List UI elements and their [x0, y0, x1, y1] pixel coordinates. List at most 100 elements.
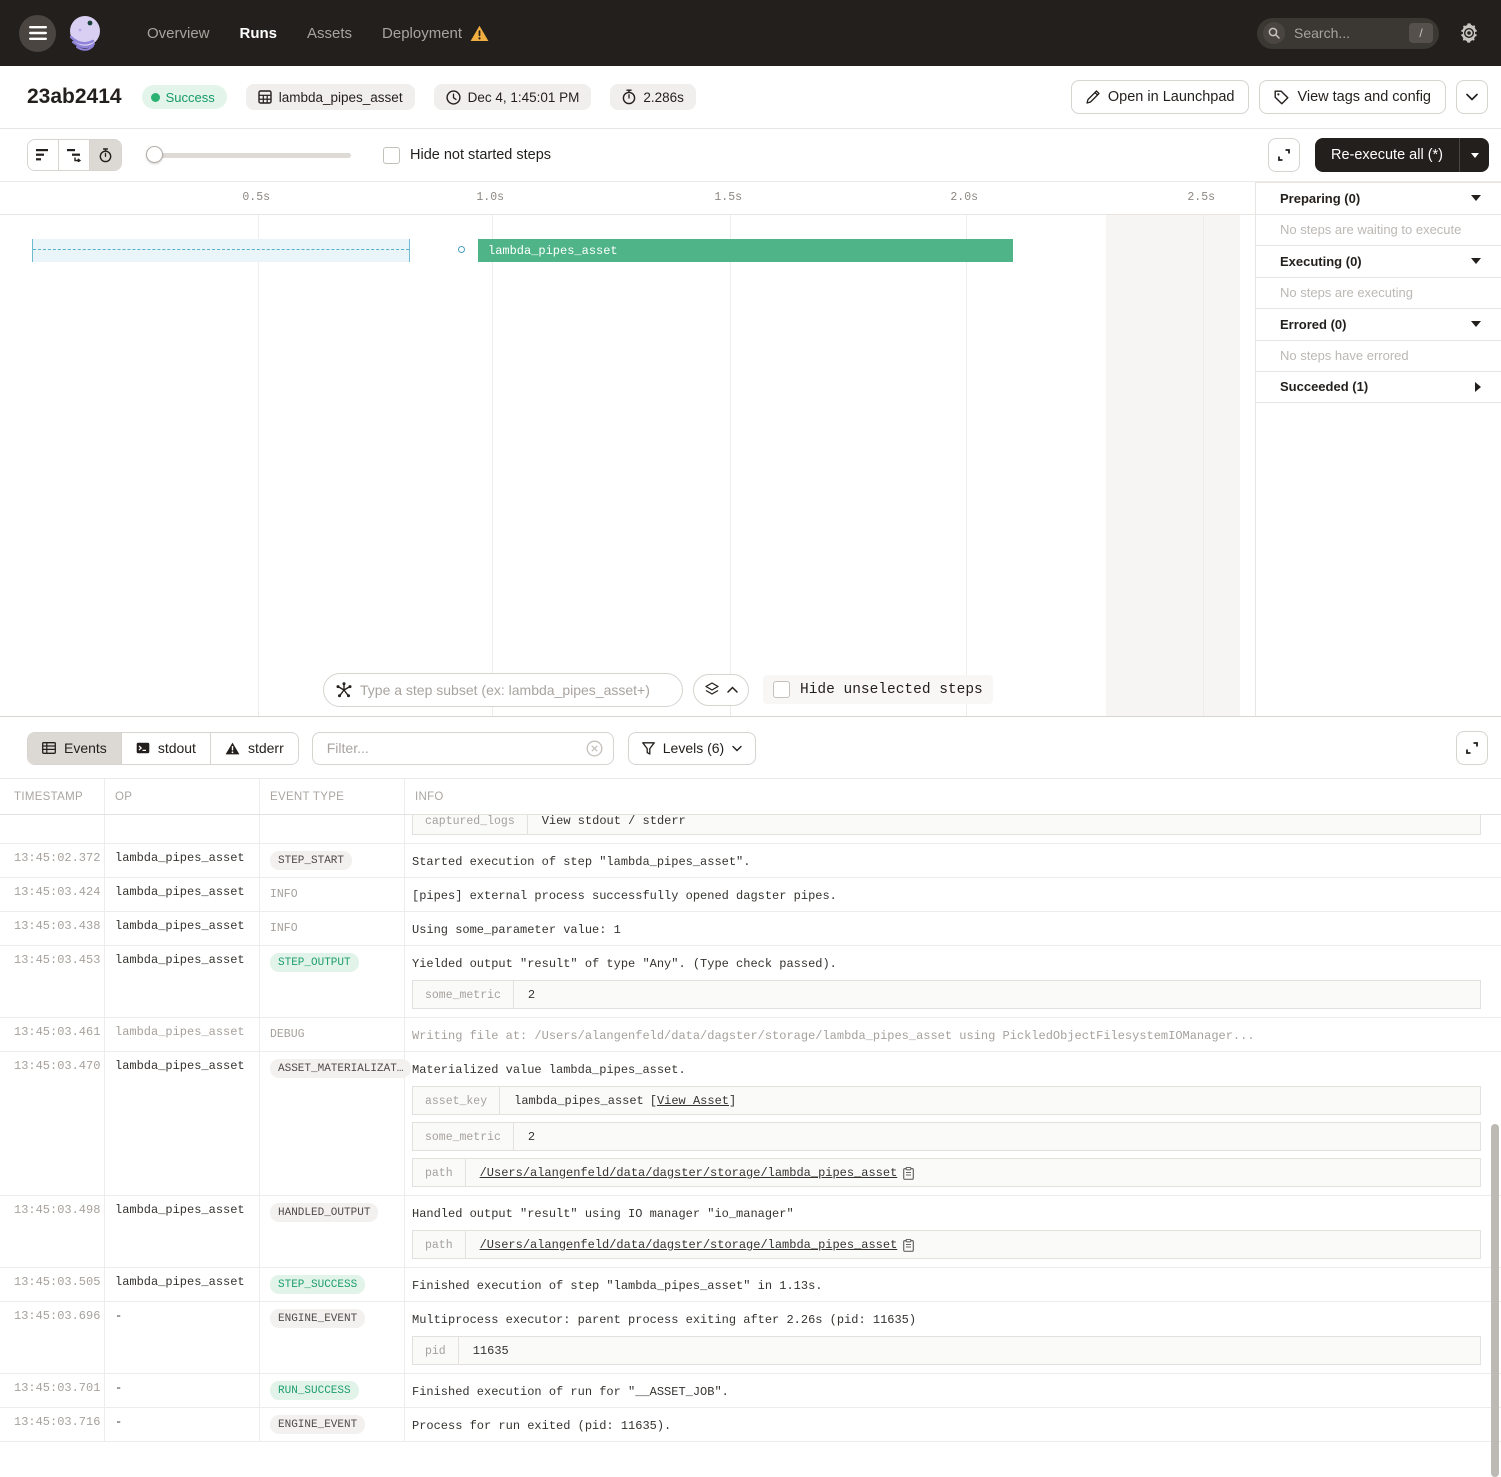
open-in-launchpad-button[interactable]: Open in Launchpad [1071, 80, 1250, 114]
events-table-body: captured_logsView stdout / stderr 13:45:0… [0, 815, 1501, 1442]
event-op: - [105, 1374, 260, 1407]
metadata-key: some_metric [413, 981, 514, 1008]
event-message: Materialized value lambda_pipes_asset. [412, 1059, 1489, 1079]
nav-deployment[interactable]: Deployment [382, 25, 462, 42]
gantt-step-bar[interactable]: lambda_pipes_asset [478, 239, 1013, 262]
step-layers-button[interactable] [693, 674, 749, 706]
slider-thumb[interactable] [146, 146, 163, 163]
waterfall-view-button[interactable] [59, 140, 90, 170]
event-timestamp: 13:45:03.424 [0, 878, 105, 911]
gantt-overrun-shade [1106, 215, 1240, 716]
gantt-controls: Hide unselected steps [0, 671, 1255, 708]
metadata-entry: path/Users/alangenfeld/data/dagster/stor… [412, 1230, 1481, 1259]
path-link[interactable]: /Users/alangenfeld/data/dagster/storage/… [480, 1166, 898, 1180]
tick-label: 0.5s [242, 191, 270, 204]
nav-overview[interactable]: Overview [147, 25, 210, 42]
vertical-scrollbar[interactable] [1491, 1124, 1499, 1477]
timed-view-button[interactable] [90, 140, 121, 170]
event-type-cell: RUN_SUCCESS [260, 1374, 405, 1407]
metadata-entry: some_metric2 [412, 980, 1481, 1009]
gantt-zoom-slider[interactable] [146, 145, 351, 165]
dagster-logo-icon[interactable] [63, 11, 107, 55]
gantt-fullscreen-button[interactable] [1268, 138, 1300, 172]
hamburger-icon [29, 26, 47, 40]
levels-filter-button[interactable]: Levels (6) [628, 732, 756, 765]
tab-stderr[interactable]: stderr [211, 733, 298, 764]
event-info-cell: Finished execution of run for "__ASSET_J… [405, 1374, 1501, 1407]
event-row: captured_logsView stdout / stderr [0, 815, 1501, 844]
step-subset-input-wrap [323, 673, 683, 707]
event-message: Yielded output "result" of type "Any". (… [412, 953, 1489, 973]
metadata-value: lambda_pipes_asset[View Asset] [500, 1087, 750, 1114]
view-asset-link[interactable]: View Asset [657, 1094, 729, 1108]
event-info-cell: [pipes] external process successfully op… [405, 878, 1501, 911]
expand-icon [1277, 148, 1291, 162]
event-op: lambda_pipes_asset [105, 1018, 260, 1051]
event-type-badge: STEP_START [270, 851, 352, 870]
tab-events[interactable]: Events [28, 733, 122, 764]
section-executing[interactable]: Executing (0) [1256, 245, 1501, 277]
event-type-cell: STEP_START [260, 844, 405, 877]
event-row: 13:45:03.424lambda_pipes_assetINFO[pipes… [0, 878, 1501, 912]
copy-icon[interactable] [903, 1239, 914, 1252]
metadata-entry: pid11635 [412, 1336, 1481, 1365]
event-op: lambda_pipes_asset [105, 844, 260, 877]
event-timestamp: 13:45:03.701 [0, 1374, 105, 1407]
run-actions-menu-button[interactable] [1456, 80, 1488, 114]
events-panel: Events stdout stderr [0, 718, 1501, 1416]
hide-unselected-checkbox[interactable] [773, 681, 790, 698]
funnel-icon [642, 742, 655, 755]
job-pill[interactable]: lambda_pipes_asset [246, 84, 415, 110]
stderr-warning-icon [225, 742, 240, 755]
nav-runs[interactable]: Runs [240, 25, 278, 42]
warning-icon [470, 25, 489, 42]
events-fullscreen-button[interactable] [1456, 731, 1488, 765]
copy-icon[interactable] [903, 1167, 914, 1180]
event-timestamp: 13:45:03.696 [0, 1302, 105, 1373]
metadata-value: 11635 [459, 1337, 523, 1364]
section-preparing[interactable]: Preparing (0) [1256, 182, 1501, 214]
hide-not-started-label: Hide not started steps [410, 147, 551, 163]
event-info-cell: Started execution of step "lambda_pipes_… [405, 844, 1501, 877]
event-timestamp [0, 815, 105, 843]
filter-input-wrap [312, 732, 614, 765]
event-type-label: INFO [270, 919, 298, 935]
nav-assets[interactable]: Assets [307, 25, 352, 42]
event-type-badge: STEP_SUCCESS [270, 1275, 365, 1294]
event-info-cell: captured_logsView stdout / stderr [405, 815, 1501, 843]
event-info-cell: Process for run exited (pid: 11635). [405, 1408, 1501, 1441]
path-link[interactable]: /Users/alangenfeld/data/dagster/storage/… [480, 1238, 898, 1252]
clear-filter-icon[interactable] [586, 740, 603, 757]
gear-icon[interactable] [1459, 23, 1479, 43]
view-tags-config-button[interactable]: View tags and config [1259, 80, 1446, 114]
step-subset-input[interactable] [360, 682, 670, 698]
tick-label: 2.0s [950, 191, 978, 204]
col-info: INFO [405, 779, 1501, 814]
flat-list-icon [36, 149, 50, 161]
event-message: Handled output "result" using IO manager… [412, 1203, 1489, 1223]
event-type-cell: ASSET_MATERIALIZAT… [260, 1052, 405, 1195]
event-row: 13:45:03.453lambda_pipes_assetSTEP_OUTPU… [0, 946, 1501, 1018]
caret-down-icon [1471, 321, 1481, 327]
filter-input[interactable] [327, 740, 586, 756]
flat-view-button[interactable] [28, 140, 59, 170]
status-dot-icon [151, 93, 160, 102]
event-row: 13:45:03.505lambda_pipes_assetSTEP_SUCCE… [0, 1268, 1501, 1302]
event-op: lambda_pipes_asset [105, 1052, 260, 1195]
search-shortcut-key: / [1409, 23, 1433, 43]
graph-query-icon [336, 682, 352, 698]
event-info-cell: Handled output "result" using IO manager… [405, 1196, 1501, 1267]
asset-link-wrap: [View Asset] [650, 1094, 736, 1108]
reexecute-menu-button[interactable] [1459, 138, 1489, 172]
tab-stdout[interactable]: stdout [122, 733, 211, 764]
reexecute-all-button[interactable]: Re-execute all (*) [1315, 138, 1489, 172]
view-stdout-stderr-link[interactable]: View stdout / stderr [542, 815, 686, 828]
event-type-cell: ENGINE_EVENT [260, 1302, 405, 1373]
hide-not-started-checkbox[interactable] [383, 147, 400, 164]
search-input[interactable]: Search... / [1257, 18, 1439, 49]
section-errored[interactable]: Errored (0) [1256, 308, 1501, 340]
section-succeeded[interactable]: Succeeded (1) [1256, 371, 1501, 403]
gantt-toolbar: Hide not started steps Re-execute all (*… [0, 129, 1501, 182]
menu-button[interactable] [19, 15, 56, 52]
clock-icon [446, 90, 461, 105]
